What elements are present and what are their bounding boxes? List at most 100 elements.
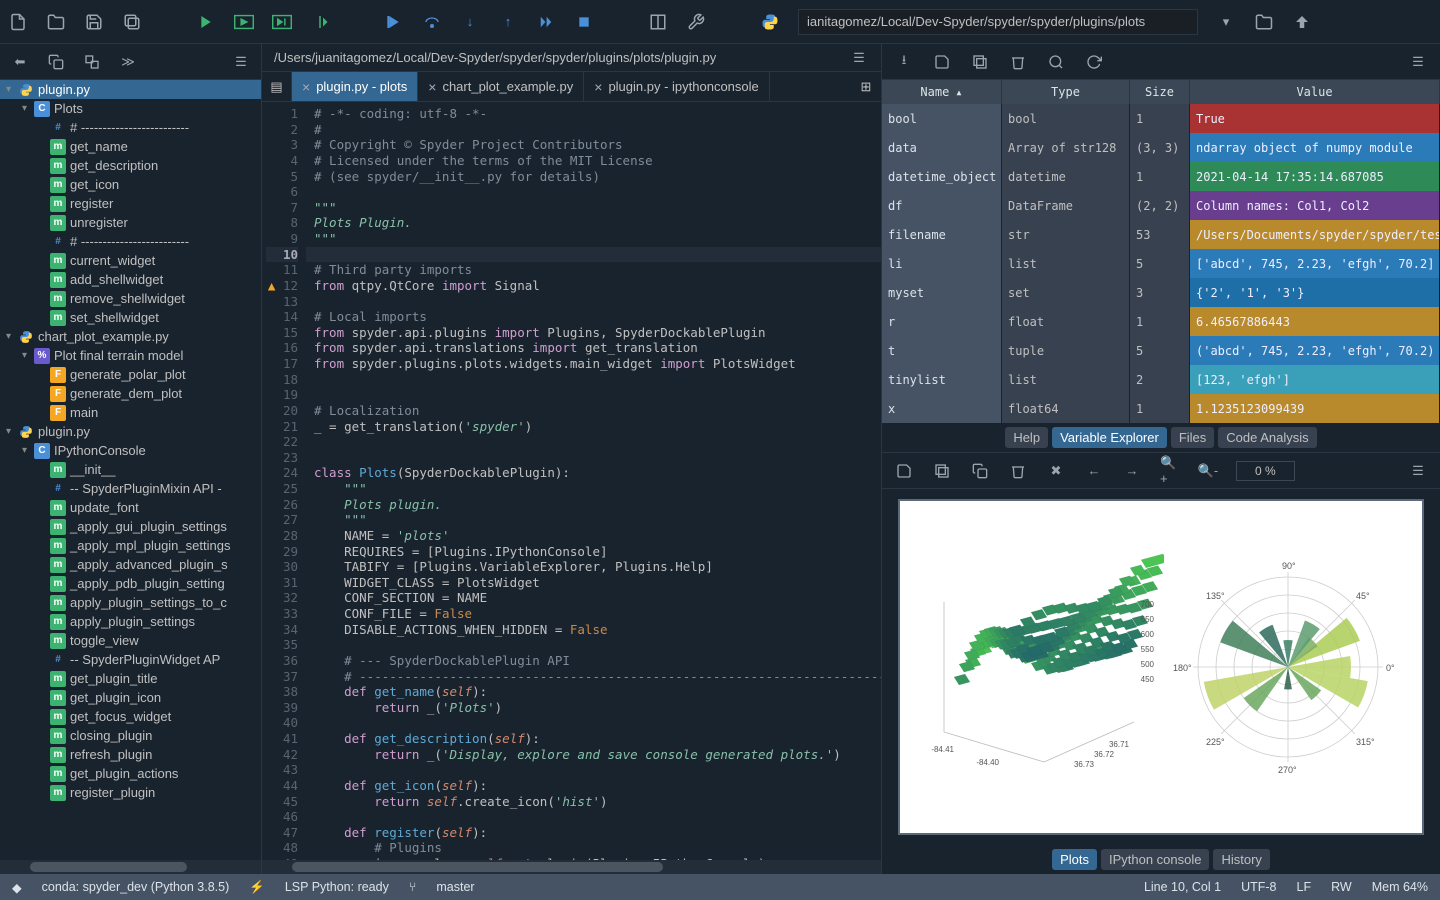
run-icon[interactable] <box>196 12 216 32</box>
outline-item[interactable]: mget_name <box>0 137 261 156</box>
editor-tab[interactable]: ×plugin.py - ipythonconsole <box>584 72 770 101</box>
variable-table[interactable]: Name ▴ Type Size Value boolbool1Truedata… <box>882 80 1440 423</box>
prev-plot-icon[interactable]: ← <box>1084 461 1104 481</box>
outline-item[interactable]: ▾plugin.py <box>0 422 261 441</box>
outline-item[interactable]: mapply_plugin_settings <box>0 612 261 631</box>
save-all-plots-icon[interactable] <box>932 461 952 481</box>
editor-menu-icon[interactable]: ☰ <box>849 48 869 68</box>
debug-step-in-icon[interactable]: ↓ <box>460 12 480 32</box>
outline-item[interactable]: m_apply_pdb_plugin_setting <box>0 574 261 593</box>
outline-item[interactable]: Fmain <box>0 403 261 422</box>
duplicate-icon[interactable] <box>82 52 102 72</box>
outline-item[interactable]: mget_plugin_title <box>0 669 261 688</box>
debug-icon[interactable] <box>384 12 404 32</box>
search-variables-icon[interactable] <box>1046 52 1066 72</box>
maximize-pane-icon[interactable] <box>648 12 668 32</box>
plots-menu-icon[interactable]: ☰ <box>1408 461 1428 481</box>
editor-tab[interactable]: ×chart_plot_example.py <box>418 72 584 101</box>
save-data-as-icon[interactable] <box>970 52 990 72</box>
tab-list-icon[interactable]: ▤ <box>262 72 292 101</box>
outline-item[interactable]: #-- SpyderPluginMixin API - <box>0 479 261 498</box>
tab-close-icon[interactable]: × <box>428 79 436 95</box>
outline-item[interactable]: mget_plugin_actions <box>0 764 261 783</box>
editor-hscrollbar[interactable] <box>262 860 881 874</box>
python-path-icon[interactable] <box>760 12 780 32</box>
working-directory-input[interactable] <box>798 9 1198 35</box>
run-selection-icon[interactable] <box>310 12 330 32</box>
tab-close-icon[interactable]: × <box>302 79 310 95</box>
tab-close-icon[interactable]: × <box>594 79 602 95</box>
debug-step-out-icon[interactable]: ↑ <box>498 12 518 32</box>
outline-item[interactable]: ▾CIPythonConsole <box>0 441 261 460</box>
right-tab[interactable]: History <box>1213 849 1269 870</box>
status-cursor[interactable]: Line 10, Col 1 <box>1144 880 1221 894</box>
outline-hscrollbar[interactable] <box>0 860 261 874</box>
browse-directory-icon[interactable] <box>1254 12 1274 32</box>
refresh-variables-icon[interactable] <box>1084 52 1104 72</box>
variable-row[interactable]: mysetset3{'2', '1', '3'} <box>882 278 1440 307</box>
outline-item[interactable]: ▾%Plot final terrain model <box>0 346 261 365</box>
right-tab[interactable]: IPython console <box>1101 849 1210 870</box>
outline-item[interactable]: mupdate_font <box>0 498 261 517</box>
right-tab[interactable]: Code Analysis <box>1218 427 1316 448</box>
variable-row[interactable]: dfDataFrame(2, 2)Column names: Col1, Col… <box>882 191 1440 220</box>
run-cell-icon[interactable] <box>234 12 254 32</box>
variable-row[interactable]: xfloat6411.1235123099439 <box>882 394 1440 423</box>
outline-item[interactable]: ▾CPlots <box>0 99 261 118</box>
variable-row[interactable]: dataArray of str128(3, 3)ndarray object … <box>882 133 1440 162</box>
copy-plot-icon[interactable] <box>970 461 990 481</box>
outline-item[interactable]: m_apply_gui_plugin_settings <box>0 517 261 536</box>
parent-directory-icon[interactable] <box>1292 12 1312 32</box>
editor-tab[interactable]: ×plugin.py - plots <box>292 72 418 101</box>
outline-item[interactable]: madd_shellwidget <box>0 270 261 289</box>
run-cell-advance-icon[interactable] <box>272 12 292 32</box>
outline-menu-icon[interactable]: ☰ <box>231 52 251 72</box>
outline-item[interactable]: m_apply_advanced_plugin_s <box>0 555 261 574</box>
save-data-icon[interactable] <box>932 52 952 72</box>
back-icon[interactable]: ⬅ <box>10 52 30 72</box>
outline-item[interactable]: mregister_plugin <box>0 783 261 802</box>
status-branch[interactable]: master <box>436 880 474 894</box>
outline-item[interactable]: m_apply_mpl_plugin_settings <box>0 536 261 555</box>
status-lsp[interactable]: LSP Python: ready <box>285 880 389 894</box>
zoom-in-icon[interactable]: 🔍+ <box>1160 461 1180 481</box>
next-plot-icon[interactable]: → <box>1122 461 1142 481</box>
copy-icon[interactable] <box>46 52 66 72</box>
variable-row[interactable]: lilist5['abcd', 745, 2.23, 'efgh', 70.2] <box>882 249 1440 278</box>
outline-item[interactable]: mremove_shellwidget <box>0 289 261 308</box>
zoom-out-icon[interactable]: 🔍- <box>1198 461 1218 481</box>
split-editor-icon[interactable]: ⊞ <box>851 72 881 101</box>
variable-row[interactable]: filenamestr53/Users/Documents/spyder/spy… <box>882 220 1440 249</box>
import-data-icon[interactable]: ⭳ <box>894 52 914 72</box>
path-dropdown-icon[interactable]: ▾ <box>1216 12 1236 32</box>
debug-continue-icon[interactable] <box>536 12 556 32</box>
status-conda[interactable]: conda: spyder_dev (Python 3.8.5) <box>42 880 230 894</box>
outline-item[interactable]: mrefresh_plugin <box>0 745 261 764</box>
code-editor[interactable]: 1234567891011▲ 1213141516171819202122232… <box>262 102 881 860</box>
preferences-icon[interactable] <box>686 12 706 32</box>
outline-item[interactable]: mset_shellwidget <box>0 308 261 327</box>
right-tab[interactable]: Variable Explorer <box>1052 427 1167 448</box>
delete-plot-icon[interactable] <box>1008 461 1028 481</box>
variable-row[interactable]: tinylistlist2[123, 'efgh'] <box>882 365 1440 394</box>
save-icon[interactable] <box>84 12 104 32</box>
save-all-icon[interactable] <box>122 12 142 32</box>
outline-tree[interactable]: ▾plugin.py ▾CPlots ## --------------------… <box>0 80 261 860</box>
outline-item[interactable]: mapply_plugin_settings_to_c <box>0 593 261 612</box>
variable-row[interactable]: datetime_objectdatetime12021-04-14 17:35… <box>882 162 1440 191</box>
outline-item[interactable]: mget_description <box>0 156 261 175</box>
outline-item[interactable]: m__init__ <box>0 460 261 479</box>
outline-item[interactable]: ## ------------------------- <box>0 232 261 251</box>
outline-item[interactable]: munregister <box>0 213 261 232</box>
variable-row[interactable]: boolbool1True <box>882 104 1440 133</box>
status-encoding[interactable]: UTF-8 <box>1241 880 1276 894</box>
right-tab[interactable]: Help <box>1005 427 1048 448</box>
debug-stop-icon[interactable] <box>574 12 594 32</box>
outline-item[interactable]: mget_focus_widget <box>0 707 261 726</box>
outline-item[interactable]: mtoggle_view <box>0 631 261 650</box>
status-eol[interactable]: LF <box>1297 880 1312 894</box>
right-tab[interactable]: Plots <box>1052 849 1097 870</box>
outline-item[interactable]: mget_icon <box>0 175 261 194</box>
outline-item[interactable]: mregister <box>0 194 261 213</box>
outline-item[interactable]: Fgenerate_dem_plot <box>0 384 261 403</box>
